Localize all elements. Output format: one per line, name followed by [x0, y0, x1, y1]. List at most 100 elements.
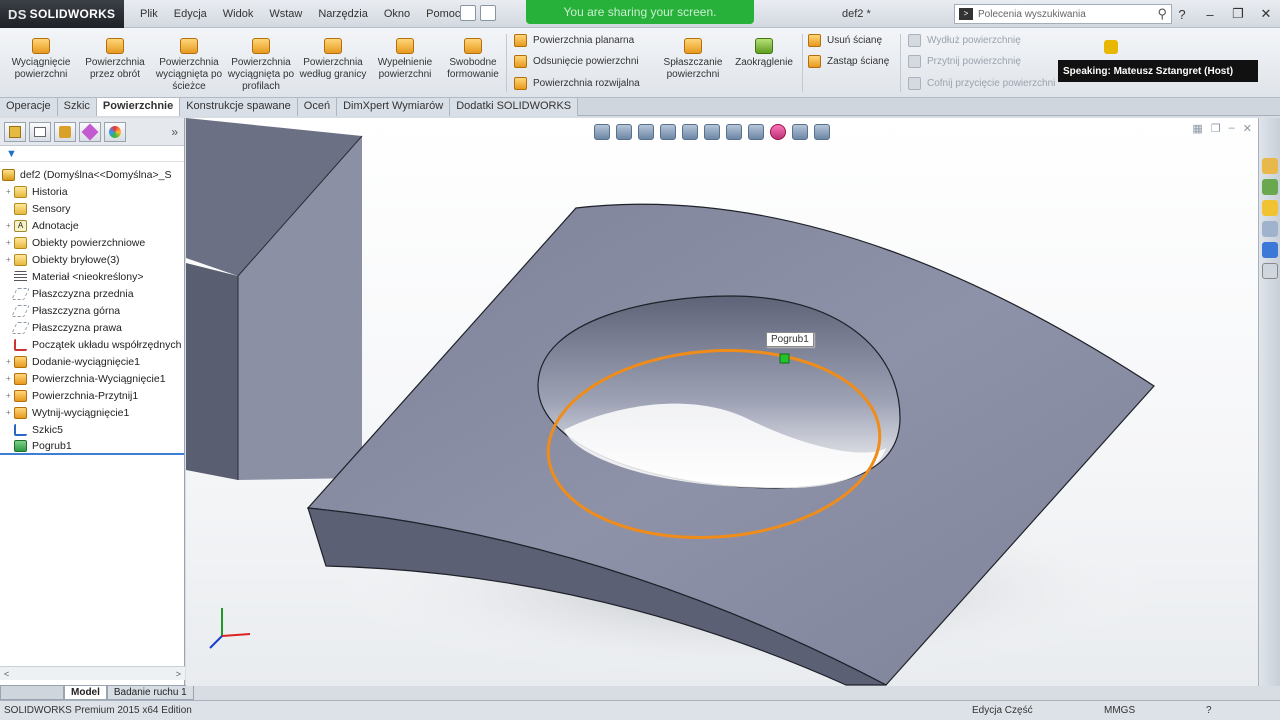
- tree-item-material[interactable]: Materiał <nieokreślony>: [0, 268, 184, 285]
- tab-weldments[interactable]: Konstrukcje spawane: [180, 98, 298, 116]
- viewport-restore-icon[interactable]: ❐: [1211, 122, 1221, 135]
- tree-root-part[interactable]: def2 (Domyślna<<Domyślna>_S: [0, 166, 184, 183]
- custom-properties-icon[interactable]: [1262, 263, 1278, 279]
- tab-motion-study[interactable]: Badanie ruchu 1: [106, 685, 194, 700]
- boundary-surface-button[interactable]: Powierzchnia według granicy: [296, 38, 370, 81]
- new-document-icon[interactable]: [480, 5, 496, 21]
- expand-icon[interactable]: +: [6, 187, 14, 196]
- edit-appearance-icon[interactable]: [770, 124, 786, 140]
- tree-item-surface-bodies[interactable]: + Obiekty powierzchniowe: [0, 234, 184, 251]
- view-palette-icon[interactable]: [1262, 221, 1278, 237]
- tab-model[interactable]: Model: [64, 685, 107, 700]
- tree-item-origin[interactable]: Początek układu współrzędnych: [0, 336, 184, 353]
- tab-features[interactable]: Operacje: [0, 98, 58, 116]
- expand-icon[interactable]: +: [6, 221, 14, 230]
- tree-filter[interactable]: ▼: [0, 146, 184, 162]
- tree-item-front-plane[interactable]: Płaszczyzna przednia: [0, 285, 184, 302]
- tree-horizontal-scrollbar[interactable]: < >: [0, 666, 185, 680]
- dimxpert-manager-tab-icon[interactable]: [79, 121, 101, 142]
- extruded-surface-button[interactable]: Wyciągnięcie powierzchni: [4, 38, 78, 81]
- feature-tree-tab-icon[interactable]: [4, 121, 26, 142]
- status-units[interactable]: MMGS: [1104, 705, 1135, 716]
- view-orientation-icon[interactable]: [704, 124, 720, 140]
- tree-item-cut-extrude1[interactable]: + Wytnij-wyciągnięcie1: [0, 404, 184, 421]
- freeform-button[interactable]: Swobodne formowanie: [436, 38, 510, 81]
- app-logo[interactable]: DS SOLIDWORKS: [0, 0, 124, 28]
- zoom-to-area-icon[interactable]: [616, 124, 632, 140]
- search-icon[interactable]: ⚲: [1157, 6, 1167, 22]
- expand-tabs-icon[interactable]: »: [171, 125, 178, 139]
- dynamic-annotation-icon[interactable]: [682, 124, 698, 140]
- configuration-manager-tab-icon[interactable]: [54, 121, 76, 142]
- close-icon[interactable]: ✕: [1252, 0, 1280, 28]
- revolved-surface-button[interactable]: Powierzchnia przez obrót: [78, 38, 152, 81]
- scroll-left-icon[interactable]: <: [4, 669, 9, 679]
- tab-surfaces[interactable]: Powierzchnie: [96, 98, 181, 116]
- selection-handle[interactable]: [779, 353, 790, 364]
- box-body-face[interactable]: [186, 263, 238, 480]
- model-view[interactable]: [186, 118, 1258, 686]
- status-help-icon[interactable]: ?: [1206, 705, 1212, 716]
- menu-edit[interactable]: Edycja: [166, 8, 215, 20]
- pin-icon[interactable]: [460, 5, 476, 21]
- display-style-icon[interactable]: [726, 124, 742, 140]
- display-manager-tab-icon[interactable]: [104, 121, 126, 142]
- menu-file[interactable]: Plik: [132, 8, 166, 20]
- expand-icon[interactable]: +: [6, 238, 14, 247]
- scroll-right-icon[interactable]: >: [176, 669, 181, 679]
- replace-face-button[interactable]: Zastąp ścianę: [808, 53, 889, 69]
- lofted-surface-button[interactable]: Powierzchnia wyciągnięta po profilach: [224, 38, 298, 93]
- tab-dimxpert[interactable]: DimXpert Wymiarów: [337, 98, 451, 116]
- hide-show-items-icon[interactable]: [748, 124, 764, 140]
- bottom-tab-nav[interactable]: [0, 685, 64, 700]
- menu-window[interactable]: Okno: [376, 8, 418, 20]
- extend-surface-button[interactable]: Wydłuż powierzchnię: [908, 32, 1021, 48]
- tree-item-solid-bodies[interactable]: + Obiekty bryłowe(3): [0, 251, 184, 268]
- tree-item-sketch5[interactable]: Szkic5: [0, 421, 184, 438]
- tree-item-sensors[interactable]: Sensory: [0, 200, 184, 217]
- untrim-surface-button[interactable]: Cofnij przycięcie powierzchni: [908, 75, 1055, 91]
- expand-icon[interactable]: +: [6, 408, 14, 417]
- flatten-surface-button[interactable]: Spłaszczanie powierzchni: [656, 38, 730, 81]
- menu-tools[interactable]: Narzędzia: [310, 8, 376, 20]
- ruled-surface-button[interactable]: Powierzchnia rozwijalna: [514, 75, 640, 91]
- command-search-input[interactable]: > Polecenia wyszukiwania ⚲: [954, 4, 1172, 24]
- previous-view-icon[interactable]: [638, 124, 654, 140]
- tree-item-right-plane[interactable]: Płaszczyzna prawa: [0, 319, 184, 336]
- tab-addins[interactable]: Dodatki SOLIDWORKS: [450, 98, 579, 116]
- appearances-icon[interactable]: [1262, 242, 1278, 258]
- tree-item-history[interactable]: + Historia: [0, 183, 184, 200]
- design-library-icon[interactable]: [1262, 179, 1278, 195]
- viewport-tile-icon[interactable]: ▦: [1192, 122, 1202, 135]
- expand-icon[interactable]: +: [6, 391, 14, 400]
- file-explorer-icon[interactable]: [1262, 200, 1278, 216]
- tree-item-thicken1[interactable]: Pogrub1: [0, 438, 184, 455]
- tree-item-surface-trim1[interactable]: + Powierzchnia-Przytnij1: [0, 387, 184, 404]
- section-view-icon[interactable]: [660, 124, 676, 140]
- property-manager-tab-icon[interactable]: [29, 121, 51, 142]
- zoom-to-fit-icon[interactable]: [594, 124, 610, 140]
- expand-icon[interactable]: +: [6, 357, 14, 366]
- apply-scene-icon[interactable]: [792, 124, 808, 140]
- delete-face-button[interactable]: Usuń ścianę: [808, 32, 882, 48]
- tree-item-annotations[interactable]: + A Adnotacje: [0, 217, 184, 234]
- trim-surface-button[interactable]: Przytnij powierzchnię: [908, 53, 1021, 69]
- tab-evaluate[interactable]: Oceń: [297, 98, 338, 116]
- tree-item-surface-extrude1[interactable]: + Powierzchnia-Wyciągnięcie1: [0, 370, 184, 387]
- tree-item-boss-extrude1[interactable]: + Dodanie-wyciągnięcie1: [0, 353, 184, 370]
- menu-insert[interactable]: Wstaw: [261, 8, 310, 20]
- graphics-area[interactable]: ▦ ❐ – ✕ Pogrub1: [186, 118, 1258, 686]
- viewport-close-icon[interactable]: ✕: [1243, 122, 1252, 135]
- help-icon[interactable]: ?: [1168, 0, 1196, 28]
- offset-surface-button[interactable]: Odsunięcie powierzchni: [514, 53, 639, 69]
- tab-sketch[interactable]: Szkic: [57, 98, 97, 116]
- viewport-minimize-icon[interactable]: –: [1229, 122, 1235, 135]
- planar-surface-button[interactable]: Powierzchnia planarna: [514, 32, 634, 48]
- menu-view[interactable]: Widok: [215, 8, 262, 20]
- restore-icon[interactable]: ❐: [1224, 0, 1252, 28]
- expand-icon[interactable]: +: [6, 255, 14, 264]
- view-settings-icon[interactable]: [814, 124, 830, 140]
- minimize-icon[interactable]: –: [1196, 0, 1224, 28]
- tree-item-top-plane[interactable]: Płaszczyzna górna: [0, 302, 184, 319]
- filled-surface-button[interactable]: Wypełnienie powierzchni: [368, 38, 442, 81]
